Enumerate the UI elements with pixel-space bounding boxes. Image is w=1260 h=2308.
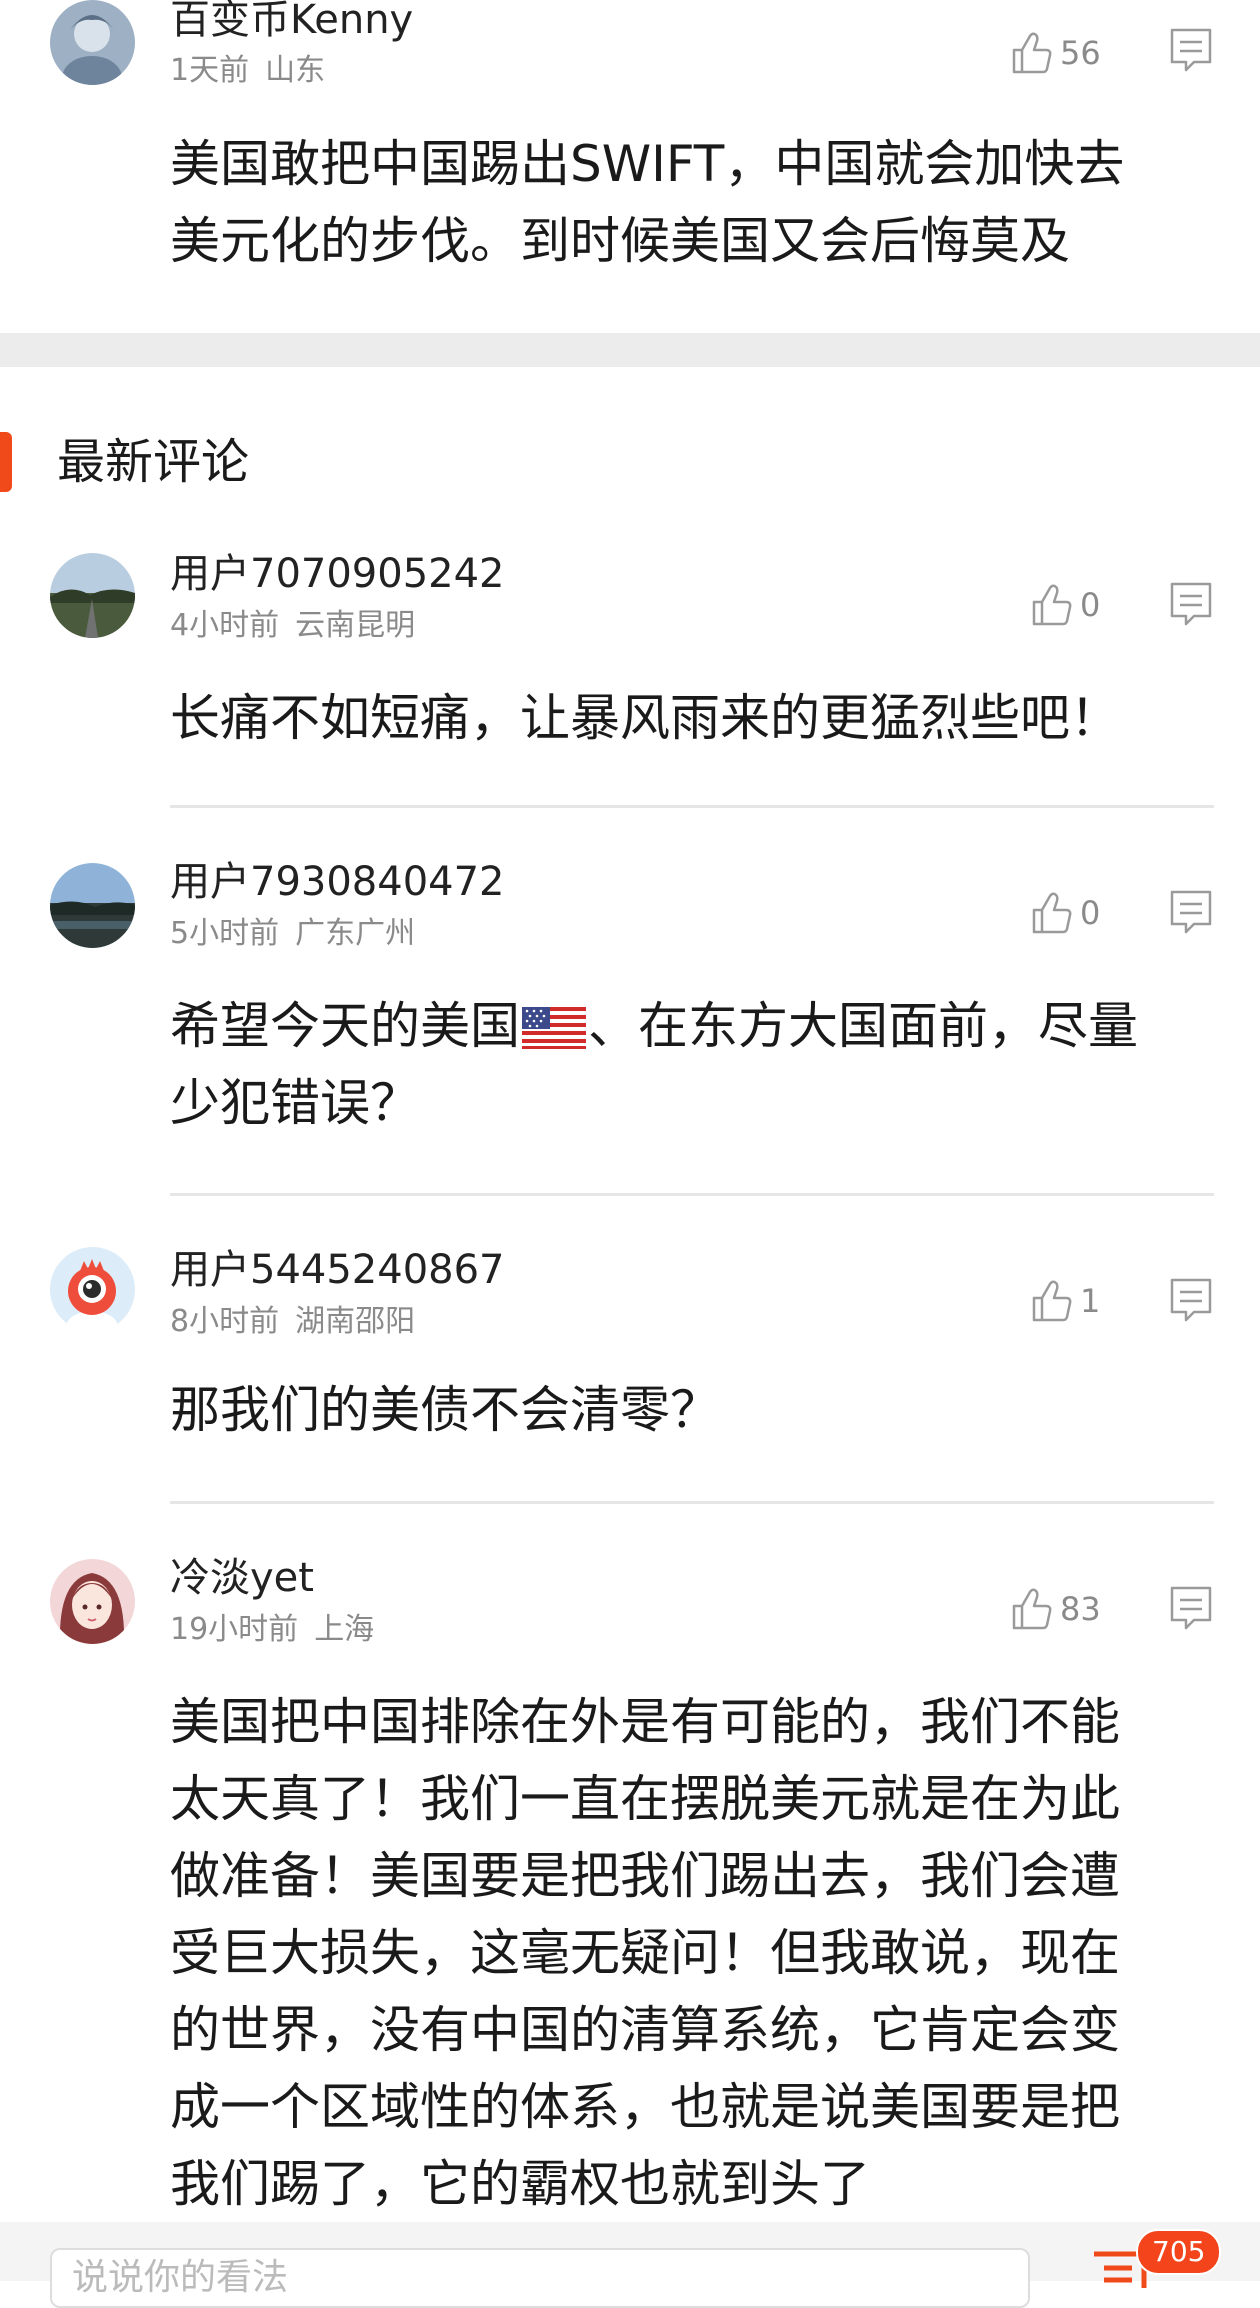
us-flag-emoji	[522, 1007, 586, 1049]
comment-text-line: 的世界，没有中国的清算系统，它肯定会变	[170, 2001, 1120, 2059]
username[interactable]: 用户7930840472	[170, 858, 505, 906]
like-button[interactable]: 0	[1030, 580, 1100, 630]
comment-meta: 19小时前 上海	[170, 1612, 374, 1648]
reply-icon	[1170, 1278, 1212, 1322]
like-count: 0	[1080, 586, 1101, 624]
reply-button[interactable]	[1168, 1584, 1214, 1634]
comment-text-line: 美国敢把中国踢出SWIFT，中国就会加快去	[170, 135, 1125, 193]
comment-time: 19小时前	[170, 1612, 299, 1647]
comment-text: 美国把中国排除在外是有可能的，我们不能 太天真了！我们一直在摆脱美元就是在为此 …	[170, 1684, 1190, 2223]
avatar[interactable]	[50, 0, 135, 85]
avatar[interactable]	[50, 553, 135, 638]
comment-text-line: 太天真了！我们一直在摆脱美元就是在为此	[170, 1770, 1120, 1828]
comment-text-line: 那我们的美债不会清零？	[170, 1381, 720, 1439]
comment-meta: 1天前 山东	[170, 53, 325, 89]
like-icon	[1032, 892, 1072, 934]
like-icon	[1012, 32, 1052, 74]
divider	[170, 805, 1214, 808]
comment-location: 上海	[314, 1612, 375, 1647]
comment-time: 4小时前	[170, 608, 280, 643]
comment-location: 广东广州	[295, 916, 416, 951]
reply-button[interactable]	[1168, 1276, 1214, 1326]
divider	[170, 1501, 1214, 1504]
comment-text: 希望今天的美国 、在东方大国面前，尽量 少犯错误？	[170, 988, 1190, 1142]
comment-text-part: 希望今天的美国	[170, 997, 520, 1055]
avatar[interactable]	[50, 1559, 135, 1644]
reply-icon	[1170, 582, 1212, 626]
like-button[interactable]: 1	[1030, 1276, 1100, 1326]
like-count: 1	[1080, 1282, 1101, 1320]
username[interactable]: 百变币Kenny	[170, 0, 413, 44]
reply-icon	[1170, 890, 1212, 934]
like-button[interactable]: 56	[1010, 28, 1101, 78]
like-button[interactable]: 83	[1010, 1584, 1101, 1634]
comment-count-badge: 705	[1136, 2229, 1222, 2275]
comment-text-line: 成一个区域性的体系，也就是说美国要是把	[170, 2078, 1120, 2136]
like-button[interactable]: 0	[1030, 888, 1100, 938]
username[interactable]: 冷淡yet	[170, 1554, 314, 1602]
avatar[interactable]	[50, 1247, 135, 1332]
comment-text-line: 希望今天的美国 、在东方大国面前，尽量	[170, 988, 1190, 1065]
comment-text-part: 、在东方大国面前，尽量	[588, 997, 1138, 1055]
comment-location: 山东	[265, 53, 326, 88]
reply-button[interactable]	[1168, 888, 1214, 938]
comment-location: 云南昆明	[295, 608, 416, 643]
username[interactable]: 用户5445240867	[170, 1246, 505, 1294]
comment-text-line: 受巨大损失，这毫无疑问！但我敢说，现在	[170, 1924, 1120, 1982]
comment-text-line: 少犯错误？	[170, 1074, 420, 1132]
comment-time: 1天前	[170, 53, 250, 88]
section-title: 最新评论	[57, 434, 250, 490]
comment-text: 长痛不如短痛，让暴风雨来的更猛烈些吧！	[170, 680, 1190, 757]
like-count: 56	[1060, 34, 1101, 72]
comment-time: 5小时前	[170, 916, 280, 951]
like-icon	[1012, 1588, 1052, 1630]
like-icon	[1032, 584, 1072, 626]
reply-icon	[1170, 1586, 1212, 1630]
section-accent-bar	[0, 432, 12, 492]
comment-text-line: 我们踢了，它的霸权也就到头了	[170, 2155, 870, 2213]
like-count: 83	[1060, 1590, 1101, 1628]
comment-text-line: 长痛不如短痛，让暴风雨来的更猛烈些吧！	[170, 689, 1120, 747]
comment-location: 湖南邵阳	[295, 1304, 416, 1339]
username[interactable]: 用户7070905242	[170, 550, 505, 598]
comment-meta: 5小时前 广东广州	[170, 916, 415, 952]
comment-text: 美国敢把中国踢出SWIFT，中国就会加快去 美元化的步伐。到时候美国又会后悔莫及	[170, 126, 1190, 280]
comment-text-line: 美元化的步伐。到时候美国又会后悔莫及	[170, 212, 1070, 270]
comment-input[interactable]: 说说你的看法	[50, 2248, 1030, 2308]
comment-time: 8小时前	[170, 1304, 280, 1339]
reply-icon	[1170, 28, 1212, 72]
comment-text: 那我们的美债不会清零？	[170, 1372, 1190, 1449]
comment-text-line: 美国把中国排除在外是有可能的，我们不能	[170, 1693, 1120, 1751]
reply-button[interactable]	[1168, 26, 1214, 76]
comment-text-line: 做准备！美国要是把我们踢出去，我们会遭	[170, 1847, 1120, 1905]
comment-meta: 4小时前 云南昆明	[170, 608, 415, 644]
comment-meta: 8小时前 湖南邵阳	[170, 1304, 415, 1340]
like-count: 0	[1080, 894, 1101, 932]
reply-button[interactable]	[1168, 580, 1214, 630]
avatar[interactable]	[50, 863, 135, 948]
divider	[170, 1193, 1214, 1196]
section-separator	[0, 333, 1260, 367]
like-icon	[1032, 1280, 1072, 1322]
